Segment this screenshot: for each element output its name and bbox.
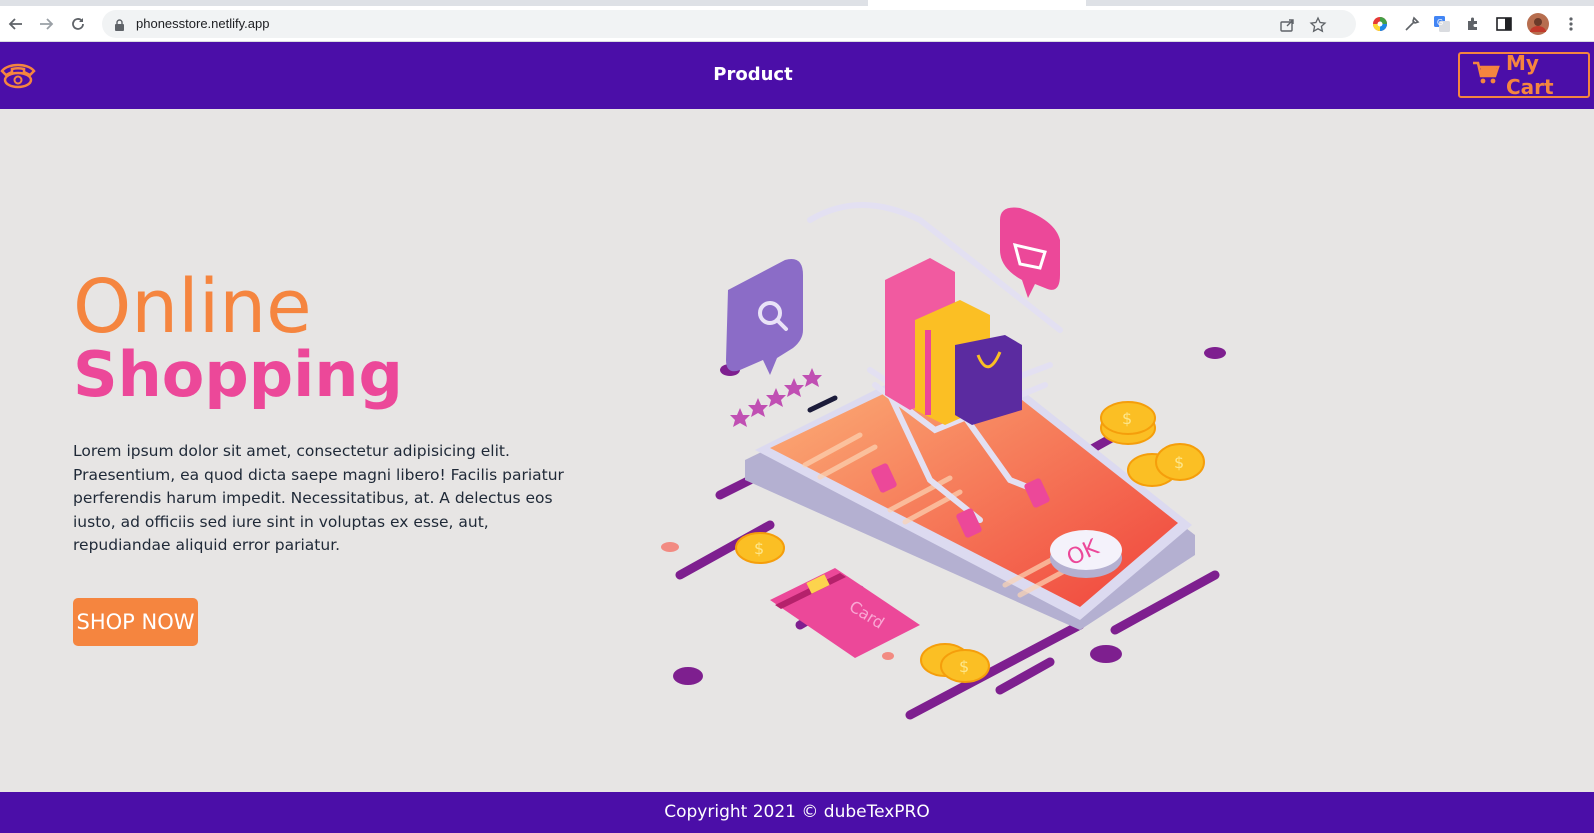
- hero-title-online: Online: [73, 264, 312, 350]
- decorative-dot: [673, 667, 703, 685]
- url-text: phonesstore.netlify.app: [136, 16, 270, 31]
- hero-description: Lorem ipsum dolor sit amet, consectetur …: [73, 442, 564, 554]
- shopping-illustration: OK Card $ $ $ $: [661, 202, 1226, 720]
- translate-ext-icon[interactable]: G: [1433, 15, 1451, 33]
- cart-icon: [1472, 61, 1500, 89]
- share-icon[interactable]: [1278, 16, 1296, 34]
- decorative-dot: [1204, 347, 1226, 359]
- dollar-text: $: [1174, 453, 1184, 472]
- forward-icon[interactable]: [34, 12, 58, 36]
- back-icon[interactable]: [4, 12, 28, 36]
- eyedropper-ext-icon[interactable]: [1403, 15, 1421, 33]
- site-footer: Copyright 2021 © dubeTexPRO: [0, 792, 1594, 833]
- decorative-dot: [1090, 645, 1122, 663]
- dollar-text: $: [959, 657, 969, 676]
- nav-product-link[interactable]: Product: [0, 64, 1506, 85]
- credit-card-icon: Card: [770, 568, 920, 658]
- basket-bubble-icon: [1000, 207, 1060, 298]
- site-header: Product My Cart: [0, 42, 1594, 109]
- dollar-text: $: [754, 539, 764, 558]
- lock-icon: [114, 17, 125, 36]
- reload-icon[interactable]: [66, 12, 90, 36]
- browser-toolbar: phonesstore.netlify.app G: [0, 6, 1594, 42]
- decorative-dot: [882, 652, 894, 660]
- ok-badge: OK: [1050, 530, 1122, 578]
- copyright-text: Copyright 2021 © dubeTexPRO: [664, 802, 930, 822]
- profile-avatar[interactable]: [1527, 13, 1549, 35]
- dollar-text: $: [1122, 409, 1132, 428]
- rating-stars-icon: [730, 368, 822, 427]
- search-bubble-icon: [726, 259, 803, 375]
- svg-text:G: G: [1437, 18, 1443, 27]
- my-cart-button[interactable]: My Cart: [1458, 51, 1590, 99]
- shop-now-button[interactable]: SHOP NOW: [73, 598, 198, 646]
- color-picker-ext-icon[interactable]: [1371, 15, 1389, 33]
- hero-title-shopping: Shopping: [73, 338, 403, 411]
- address-bar[interactable]: phonesstore.netlify.app: [102, 10, 1356, 38]
- menu-icon[interactable]: [1562, 15, 1580, 33]
- cart-label: My Cart: [1506, 51, 1554, 99]
- extensions-icon[interactable]: [1464, 15, 1482, 33]
- decorative-dot: [661, 542, 679, 552]
- side-panel-icon[interactable]: [1495, 15, 1513, 33]
- star-icon[interactable]: [1309, 16, 1327, 34]
